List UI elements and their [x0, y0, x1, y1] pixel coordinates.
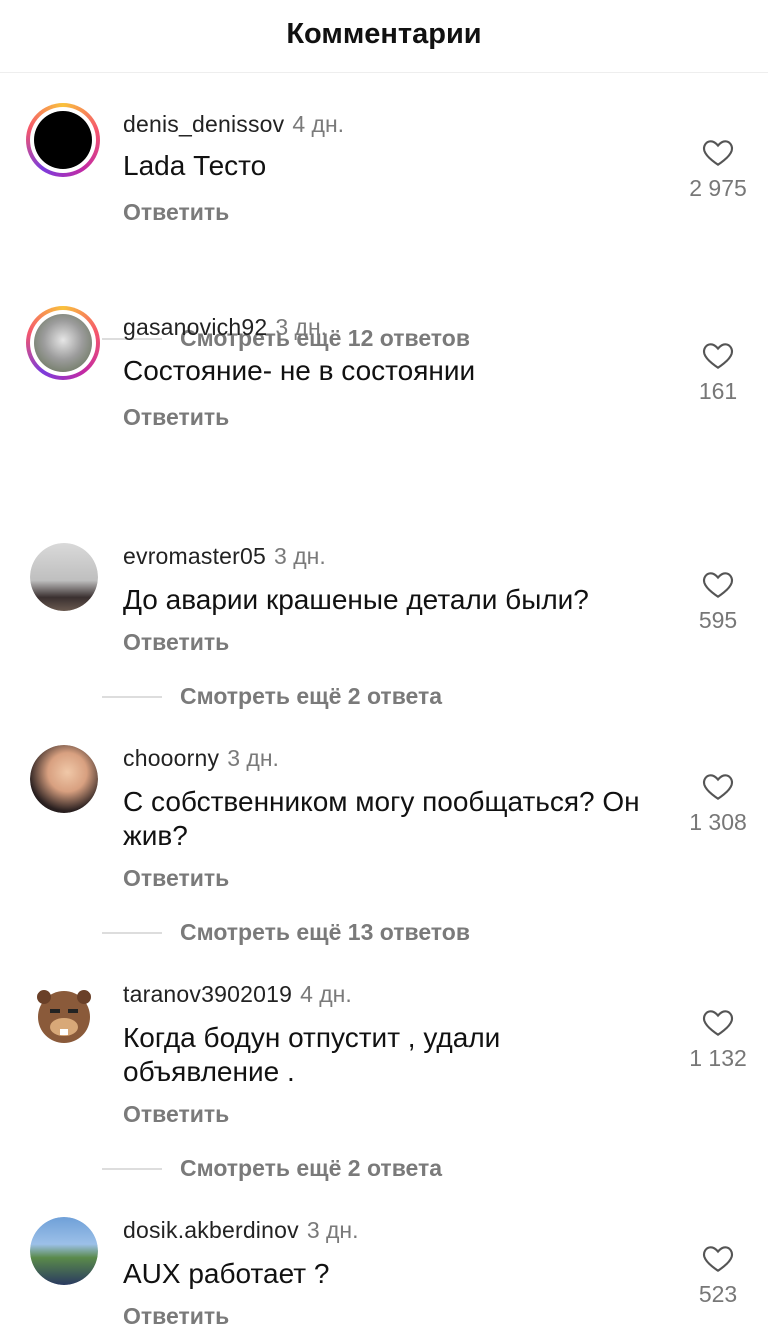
timestamp: 3 дн. — [274, 543, 326, 569]
username[interactable]: taranov3902019 — [123, 981, 292, 1007]
reply-button[interactable]: Ответить — [123, 404, 229, 431]
like-control[interactable]: 1 308 — [686, 771, 750, 836]
heart-icon[interactable] — [686, 340, 750, 370]
divider — [102, 1167, 162, 1170]
reply-button[interactable]: Ответить — [123, 1101, 229, 1128]
username[interactable]: evromaster05 — [123, 543, 266, 569]
username[interactable]: dosik.akberdinov — [123, 1217, 299, 1243]
comments-header: Комментарии — [0, 0, 768, 73]
comment-meta: taranov3902019 4 дн. — [123, 981, 352, 1008]
page-title: Комментарии — [286, 17, 482, 50]
comment-meta: dosik.akberdinov 3 дн. — [123, 1217, 359, 1244]
like-control[interactable]: 595 — [686, 569, 750, 634]
like-count: 161 — [698, 378, 738, 404]
comment-text: Lada Тесто — [123, 150, 267, 181]
comment-meta: evromaster05 3 дн. — [123, 543, 326, 570]
like-control[interactable]: 523 — [686, 1243, 750, 1308]
divider — [102, 695, 162, 698]
reply-button[interactable]: Ответить — [123, 629, 229, 656]
comment-meta: denis_denissov 4 дн. — [123, 111, 344, 138]
view-more-replies[interactable]: Смотреть ещё 13 ответов — [102, 919, 470, 946]
comment-meta: chooorny 3 дн. — [123, 745, 279, 772]
avatar[interactable] — [26, 306, 100, 380]
comment-text: С собственником могу пообщаться? Он жив? — [123, 786, 640, 851]
heart-icon[interactable] — [686, 1007, 750, 1037]
username[interactable]: denis_denissov — [123, 111, 284, 137]
beaver-icon — [37, 990, 91, 1043]
timestamp: 4 дн. — [292, 111, 345, 137]
like-count: 1 132 — [689, 1045, 747, 1071]
heart-icon[interactable] — [686, 771, 750, 801]
like-count: 2 975 — [689, 175, 747, 201]
comment-meta: gasanovich92 3 дн. — [123, 314, 327, 341]
like-count: 523 — [698, 1281, 738, 1307]
timestamp: 3 дн. — [275, 314, 328, 340]
comment-text: AUX работает ? — [123, 1258, 330, 1289]
like-control[interactable]: 161 — [686, 340, 750, 405]
reply-button[interactable]: Ответить — [123, 865, 229, 892]
heart-icon[interactable] — [686, 137, 750, 167]
comment-text: Состояние- не в состоянии — [123, 355, 476, 386]
avatar[interactable] — [30, 745, 98, 813]
avatar[interactable] — [26, 103, 100, 177]
heart-icon[interactable] — [686, 569, 750, 599]
timestamp: 4 дн. — [300, 981, 352, 1007]
like-count: 595 — [698, 607, 738, 633]
avatar[interactable] — [30, 981, 98, 1049]
like-control[interactable]: 2 975 — [686, 137, 750, 202]
view-more-replies[interactable]: Смотреть ещё 2 ответа — [102, 1155, 442, 1182]
divider — [102, 931, 162, 934]
view-more-replies[interactable]: Смотреть ещё 2 ответа — [102, 683, 442, 710]
avatar[interactable] — [30, 543, 98, 611]
timestamp: 3 дн. — [306, 1217, 359, 1243]
comment-text: До аварии крашеные детали были? — [123, 584, 589, 615]
comment-text: Когда бодун отпустит , удали объявление … — [123, 1022, 501, 1087]
like-count: 1 308 — [689, 809, 747, 835]
like-control[interactable]: 1 132 — [686, 1007, 750, 1072]
timestamp: 3 дн. — [227, 745, 279, 771]
avatar[interactable] — [30, 1217, 98, 1285]
heart-icon[interactable] — [686, 1243, 750, 1273]
username[interactable]: chooorny — [123, 745, 219, 771]
reply-button[interactable]: Ответить — [123, 1303, 229, 1330]
username[interactable]: gasanovich92 — [123, 314, 267, 340]
reply-button[interactable]: Ответить — [123, 199, 229, 226]
